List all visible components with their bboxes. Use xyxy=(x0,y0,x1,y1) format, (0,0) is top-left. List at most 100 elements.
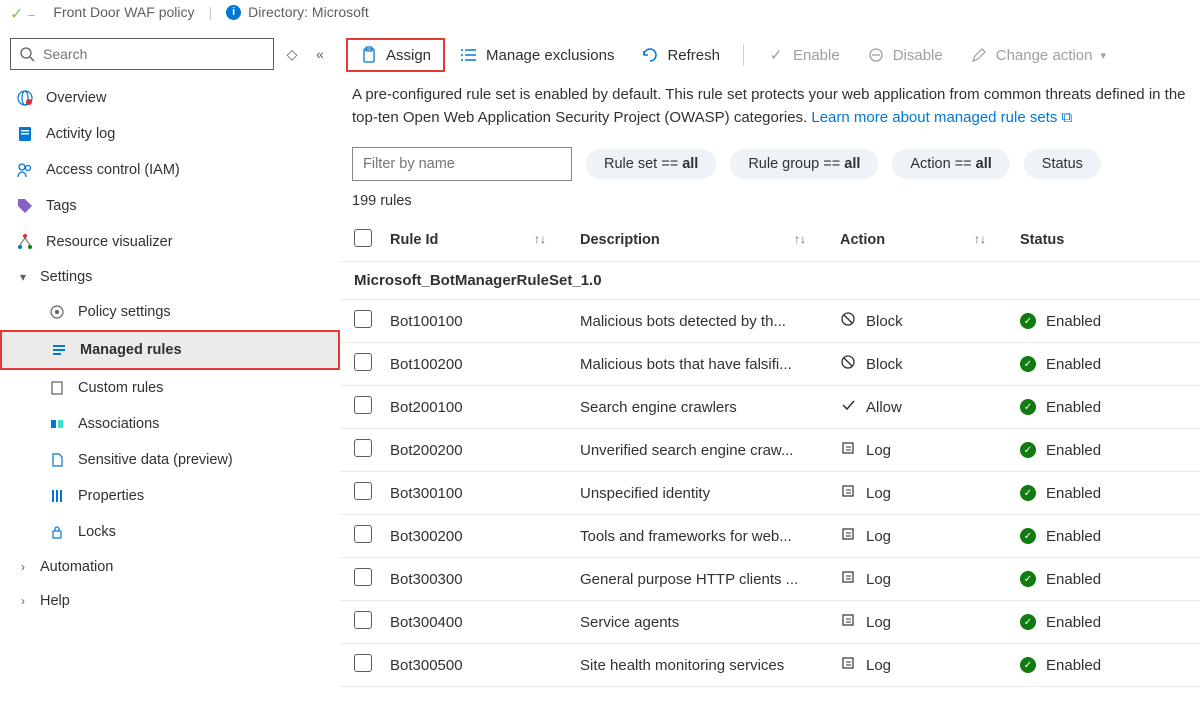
sidebar-item-custom-rules[interactable]: Custom rules xyxy=(0,370,340,406)
sidebar-group-help[interactable]: › Help xyxy=(0,584,340,618)
row-checkbox[interactable] xyxy=(354,611,372,629)
table-row[interactable]: Bot300500Site health monitoring services… xyxy=(340,644,1200,687)
row-checkbox[interactable] xyxy=(354,439,372,457)
col-action[interactable]: Action↑↓ xyxy=(832,219,1012,262)
row-checkbox[interactable] xyxy=(354,568,372,586)
sidebar-item-managed-rules[interactable]: Managed rules xyxy=(0,330,340,370)
row-checkbox[interactable] xyxy=(354,482,372,500)
sidebar-label: Activity log xyxy=(46,126,115,142)
select-all-checkbox[interactable] xyxy=(354,229,372,247)
filter-ruleset[interactable]: Rule set == all xyxy=(586,149,716,179)
sidebar-item-tags[interactable]: Tags xyxy=(0,188,340,224)
sidebar-item-properties[interactable]: Properties xyxy=(0,478,340,514)
filter-status[interactable]: Status xyxy=(1024,149,1101,179)
sidebar-item-iam[interactable]: Access control (IAM) xyxy=(0,152,340,188)
separator xyxy=(743,44,744,66)
sidebar-item-policy[interactable]: Policy settings xyxy=(0,294,340,330)
rule-id-cell: Bot100100 xyxy=(382,300,572,343)
clipboard-icon xyxy=(360,46,378,64)
intro-text: A pre-configured rule set is enabled by … xyxy=(340,84,1200,147)
sidebar-item-activity[interactable]: Activity log xyxy=(0,116,340,152)
action-icon xyxy=(840,311,856,331)
globe-icon xyxy=(16,89,34,107)
col-status[interactable]: Status xyxy=(1012,219,1200,262)
status-cell: ✓Enabled xyxy=(1020,485,1192,502)
row-checkbox[interactable] xyxy=(354,396,372,414)
description-cell: Site health monitoring services xyxy=(572,644,832,687)
action-icon xyxy=(840,569,856,589)
button-label: Manage exclusions xyxy=(486,47,614,64)
table-row[interactable]: Bot300200Tools and frameworks for web...… xyxy=(340,515,1200,558)
collapse-icon[interactable]: « xyxy=(310,46,330,62)
expand-icon[interactable]: ◇ xyxy=(282,46,302,63)
filter-by-name-input[interactable] xyxy=(352,147,572,181)
sidebar-label: Sensitive data (preview) xyxy=(78,452,233,468)
action-icon xyxy=(840,354,856,374)
sidebar-item-sensitive[interactable]: Sensitive data (preview) xyxy=(0,442,340,478)
col-rule-id[interactable]: Rule Id↑↓ xyxy=(382,219,572,262)
gear-icon xyxy=(48,303,66,321)
sidebar-item-overview[interactable]: Overview xyxy=(0,80,340,116)
filter-rulegroup[interactable]: Rule group == all xyxy=(730,149,878,179)
refresh-icon xyxy=(641,46,659,64)
people-icon xyxy=(16,161,34,179)
status-enabled-icon: ✓ xyxy=(1020,442,1036,458)
manage-exclusions-button[interactable]: Manage exclusions xyxy=(448,40,626,70)
ruleset-group-row[interactable]: Microsoft_BotManagerRuleSet_1.0 xyxy=(340,262,1200,300)
table-row[interactable]: Bot300100Unspecified identityLog✓Enabled xyxy=(340,472,1200,515)
link-icon xyxy=(48,415,66,433)
table-row[interactable]: Bot300400Service agentsLog✓Enabled xyxy=(340,601,1200,644)
sidebar-group-automation[interactable]: › Automation xyxy=(0,550,340,584)
action-icon xyxy=(840,440,856,460)
sidebar-label: Associations xyxy=(78,416,159,432)
button-label: Refresh xyxy=(667,47,720,64)
sidebar-item-resviz[interactable]: Resource visualizer xyxy=(0,224,340,260)
table-row[interactable]: Bot100200Malicious bots that have falsif… xyxy=(340,343,1200,386)
row-checkbox[interactable] xyxy=(354,310,372,328)
sidebar-search[interactable] xyxy=(10,38,274,70)
assign-button[interactable]: Assign xyxy=(346,38,445,72)
disable-button: Disable xyxy=(855,40,955,70)
action-cell: Log xyxy=(840,483,1004,503)
description-cell: Malicious bots that have falsifi... xyxy=(572,343,832,386)
col-description[interactable]: Description↑↓ xyxy=(572,219,832,262)
sidebar-item-locks[interactable]: Locks xyxy=(0,514,340,550)
list-icon xyxy=(460,46,478,64)
button-label: Change action xyxy=(996,47,1093,64)
row-checkbox[interactable] xyxy=(354,525,372,543)
rule-id-cell: Bot300200 xyxy=(382,515,572,558)
table-row[interactable]: Bot300300General purpose HTTP clients ..… xyxy=(340,558,1200,601)
chevron-down-icon: ▾ xyxy=(16,270,30,284)
filter-action[interactable]: Action == all xyxy=(892,149,1009,179)
action-icon xyxy=(840,612,856,632)
row-checkbox[interactable] xyxy=(354,353,372,371)
action-icon xyxy=(840,397,856,417)
rule-id-cell: Bot100200 xyxy=(382,343,572,386)
description-cell: Tools and frameworks for web... xyxy=(572,515,832,558)
button-label: Disable xyxy=(893,47,943,64)
status-enabled-icon: ✓ xyxy=(1020,313,1036,329)
rules-table: Rule Id↑↓ Description↑↓ Action↑↓ Status … xyxy=(340,219,1200,687)
sidebar-group-label: Help xyxy=(40,593,70,609)
table-row[interactable]: Bot200200Unverified search engine craw..… xyxy=(340,429,1200,472)
breadcrumb: ✓﹣ Front Door WAF policy | i Directory: … xyxy=(0,0,1200,32)
rule-id-cell: Bot200200 xyxy=(382,429,572,472)
learn-more-link[interactable]: Learn more about managed rule sets ⧉ xyxy=(811,109,1072,126)
status-enabled-icon: ✓ xyxy=(1020,614,1036,630)
search-input[interactable] xyxy=(43,46,265,62)
log-icon xyxy=(16,125,34,143)
file-icon xyxy=(48,451,66,469)
table-row[interactable]: Bot100100Malicious bots detected by th..… xyxy=(340,300,1200,343)
sidebar-group-label: Automation xyxy=(40,559,113,575)
lock-icon xyxy=(48,523,66,541)
status-enabled-icon: ✓ xyxy=(1020,528,1036,544)
action-cell: Log xyxy=(840,526,1004,546)
sidebar-group-settings[interactable]: ▾ Settings xyxy=(0,260,340,294)
enable-button: ✓ Enable xyxy=(755,40,852,70)
button-label: Enable xyxy=(793,47,840,64)
action-cell: Log xyxy=(840,655,1004,675)
table-row[interactable]: Bot200100Search engine crawlersAllow✓Ena… xyxy=(340,386,1200,429)
sidebar-item-associations[interactable]: Associations xyxy=(0,406,340,442)
refresh-button[interactable]: Refresh xyxy=(629,40,732,70)
row-checkbox[interactable] xyxy=(354,654,372,672)
